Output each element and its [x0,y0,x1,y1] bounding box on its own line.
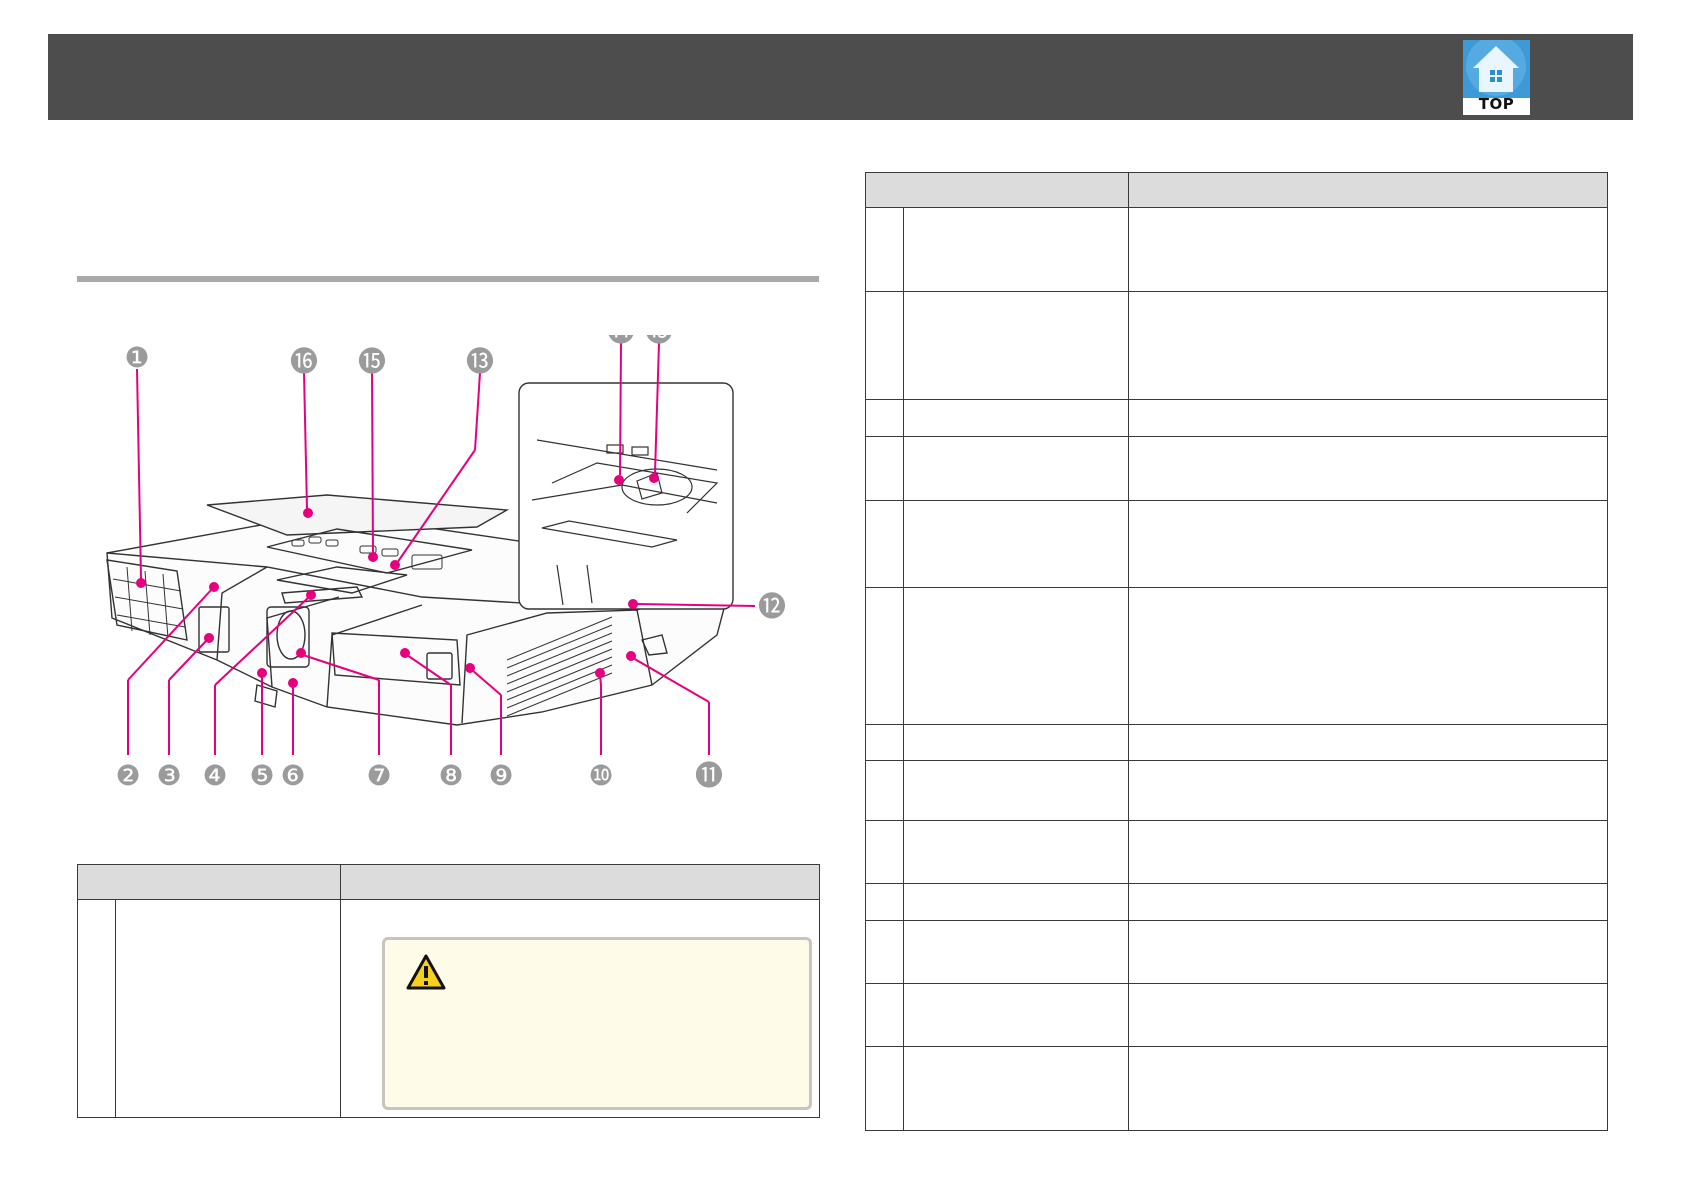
table-row [865,920,1608,984]
row-number-cell [865,760,904,821]
callout-11: ⓫ [695,759,723,792]
callout-2: ❷ [115,759,140,792]
row-function-cell [1128,820,1608,884]
page-header-bar [48,34,1633,120]
row-function-cell [1128,399,1608,437]
row-number-cell [865,399,904,437]
callout-15: ⓯ [358,345,386,378]
row-name-cell [903,1046,1129,1131]
row-number-cell [865,207,904,292]
row-number-cell [865,724,904,761]
function-column-header [1128,172,1608,208]
callout-8: ❽ [438,759,463,792]
table-row [865,436,1608,501]
row-name-cell [903,207,1129,292]
house-icon [1463,36,1530,98]
row-number-cell [865,920,904,984]
table-row [77,899,820,1118]
callout-3: ❸ [156,759,181,792]
row-name-cell [903,587,1129,725]
table-row [865,820,1608,884]
table-row [865,724,1608,761]
table-row [865,500,1608,588]
table-row [865,291,1608,400]
row-number-cell [77,899,116,1118]
row-function-cell [340,899,820,1118]
row-function-cell [1128,983,1608,1047]
section-rule [77,276,819,282]
callout-4: ❹ [202,759,227,792]
row-name-cell [903,399,1129,437]
row-function-cell [1128,587,1608,725]
callout-1: ❶ [124,341,149,374]
table-row [865,983,1608,1047]
function-column-header [340,864,820,900]
callout-5: ❺ [249,759,274,792]
row-function-cell [1128,436,1608,501]
row-function-cell [1128,500,1608,588]
table-row [865,587,1608,725]
callout-6: ❻ [280,759,305,792]
callout-13a: ⓭ [466,345,494,378]
caution-box [382,937,812,1110]
callout-9: ❾ [488,759,513,792]
parts-table-right [865,172,1608,1131]
table-row [865,207,1608,292]
row-number-cell [865,436,904,501]
row-name-cell [903,920,1129,984]
row-function-cell [1128,760,1608,821]
row-number-cell [865,983,904,1047]
row-name-cell [903,760,1129,821]
row-number-cell [865,883,904,921]
row-name-cell [903,291,1129,400]
callout-14: ⓮ [607,335,635,348]
row-function-cell [1128,207,1608,292]
row-function-cell [1128,1046,1608,1131]
callout-12: ⓬ [758,590,786,623]
table-row [865,883,1608,921]
row-name-cell [903,820,1129,884]
row-function-cell [1128,724,1608,761]
table-header-row [77,864,820,900]
row-name-cell [903,883,1129,921]
callout-10: ❿ [588,759,613,792]
row-name-cell [903,500,1129,588]
row-number-cell [865,500,904,588]
row-function-cell [1128,920,1608,984]
row-function-cell [1128,883,1608,921]
top-link-button[interactable]: TOP [1463,36,1530,115]
callout-16: ⓰ [290,345,318,378]
table-row [865,399,1608,437]
row-name-cell [903,724,1129,761]
row-number-cell [865,587,904,725]
table-header-row [865,172,1608,208]
callout-13b: ⓭ [645,335,673,348]
row-function-cell [1128,291,1608,400]
row-name-cell [115,899,341,1118]
row-name-cell [903,983,1129,1047]
warning-triangle-icon [406,954,446,990]
row-number-cell [865,820,904,884]
projector-diagram: ❶ ⓰ ⓯ ⓭ ⓮ ⓭ ⓬ ❷ ❸ ❹ ❺ ❻ ❼ ❽ ❾ ❿ ⓫ [77,335,819,850]
row-number-cell [865,291,904,400]
table-row [865,1046,1608,1131]
callout-7: ❼ [366,759,391,792]
row-name-cell [903,436,1129,501]
table-row [865,760,1608,821]
top-label: TOP [1478,95,1515,113]
name-column-header [865,172,1129,208]
name-column-header [77,864,341,900]
row-number-cell [865,1046,904,1131]
parts-table-left [77,864,820,1118]
